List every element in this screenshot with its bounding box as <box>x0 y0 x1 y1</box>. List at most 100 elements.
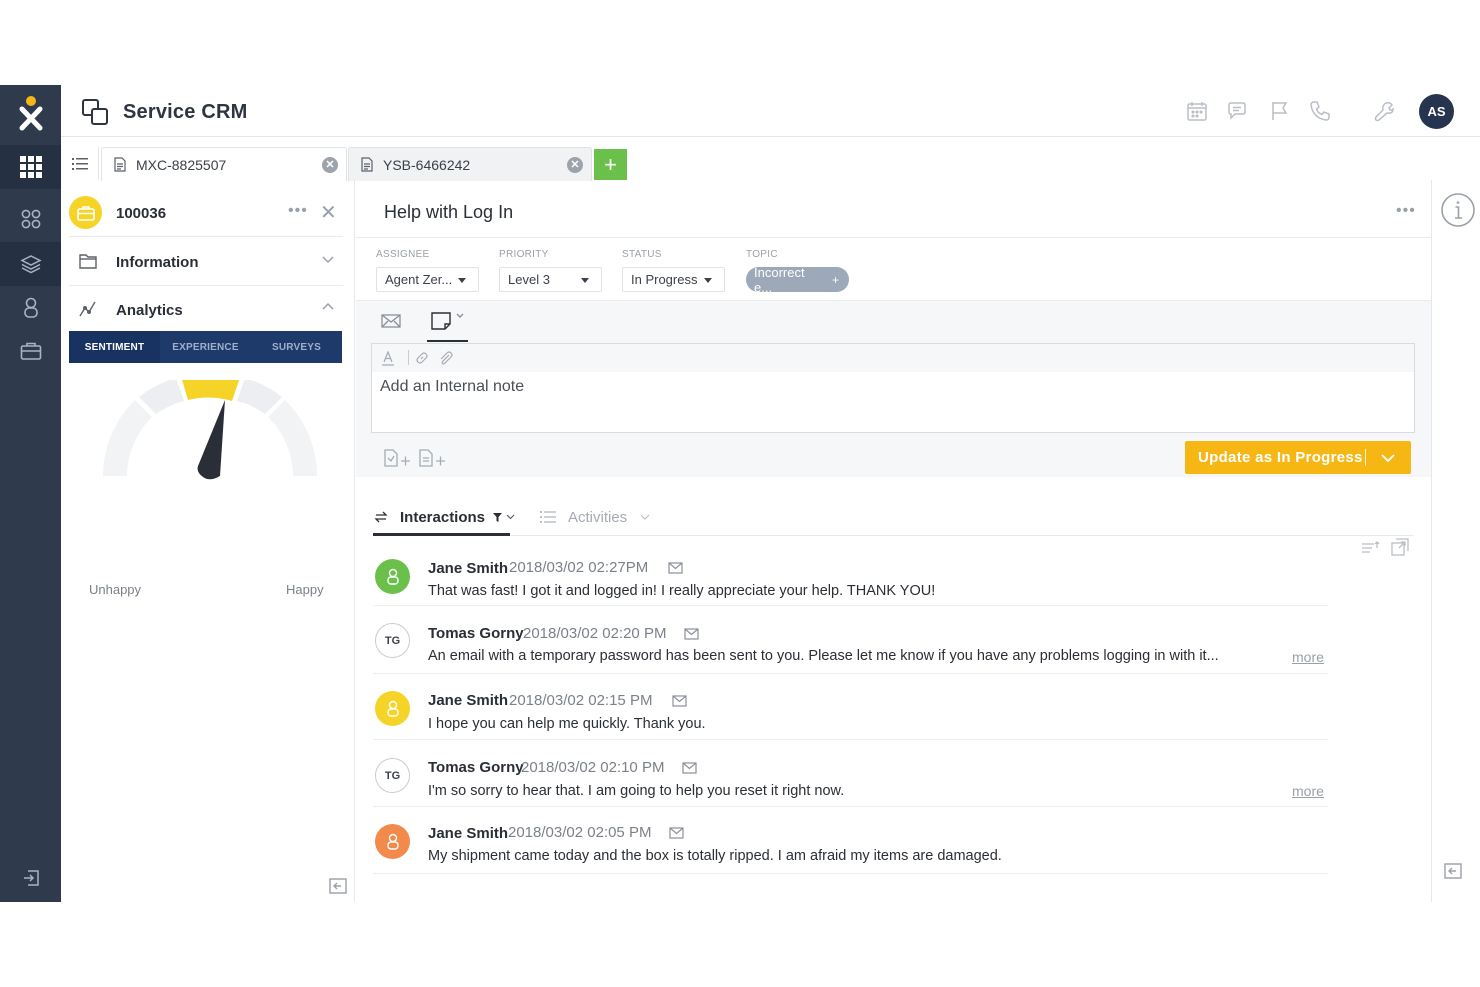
assignee-select[interactable]: Agent Zer... <box>376 267 479 292</box>
layers-icon[interactable] <box>0 242 61 286</box>
caret-down-icon <box>704 278 712 283</box>
tab-label: MXC-8825507 <box>136 156 227 173</box>
more-link[interactable]: more <box>1292 649 1324 665</box>
tab-record-2[interactable]: YSB-6466242 ✕ <box>348 147 592 181</box>
timestamp: 2018/03/02 02:27PM <box>509 559 649 576</box>
app-title: Service CRM <box>123 101 248 123</box>
filter-icon[interactable] <box>492 511 516 523</box>
tab-label: YSB-6466242 <box>383 156 471 173</box>
apps-grid-icon[interactable] <box>0 145 61 189</box>
internal-note-icon[interactable] <box>431 310 469 337</box>
button-divider <box>1365 449 1366 466</box>
update-status-button[interactable]: Update as In Progress <box>1185 441 1411 474</box>
user-icon <box>375 824 410 859</box>
tab-interactions[interactable]: Interactions <box>373 498 516 536</box>
add-tab-button[interactable]: + <box>594 149 627 180</box>
envelope-icon <box>672 694 687 712</box>
section-label: Analytics <box>116 302 183 319</box>
more-link[interactable]: more <box>1292 783 1324 799</box>
topic-field: TOPIC Incorrect e... + <box>746 249 849 295</box>
close-tab-icon[interactable]: ✕ <box>567 157 583 173</box>
status-select[interactable]: In Progress <box>622 267 725 292</box>
add-template-icon[interactable] <box>419 449 449 469</box>
calendar-icon[interactable] <box>1186 100 1208 127</box>
list-item[interactable]: Jane Smith 2018/03/02 02:27PM That was f… <box>373 541 1328 606</box>
message-text: An email with a temporary password has b… <box>428 648 1219 664</box>
chevron-down-icon[interactable] <box>321 252 335 271</box>
contacts-icon[interactable] <box>0 286 61 330</box>
sort-icon[interactable] <box>1361 540 1381 556</box>
status-label: STATUS <box>622 249 662 260</box>
case-close-button[interactable]: ✕ <box>320 200 337 225</box>
app-window: Service CRM AS MXC-8825507 ✕ YSB-6466242… <box>0 85 1480 902</box>
active-tab-indicator <box>427 340 468 342</box>
list-view-button[interactable] <box>61 147 99 180</box>
author-name: Tomas Gorny <box>428 625 524 642</box>
active-tab-indicator <box>373 533 510 536</box>
segment-surveys[interactable]: SURVEYS <box>251 331 342 363</box>
analytics-icon <box>79 301 97 322</box>
priority-field: PRIORITY Level 3 <box>499 249 602 292</box>
text-format-icon[interactable] <box>382 351 396 366</box>
chevron-up-icon[interactable] <box>321 300 335 319</box>
note-placeholder: Add an Internal note <box>380 378 525 395</box>
logout-icon[interactable] <box>0 856 61 900</box>
case-id: 100036 <box>116 205 167 222</box>
folder-icon <box>79 253 97 274</box>
close-tab-icon[interactable]: ✕ <box>322 157 338 173</box>
timestamp: 2018/03/02 02:20 PM <box>523 625 667 642</box>
note-editor[interactable]: Add an Internal note <box>371 343 1415 433</box>
case-options-button[interactable]: ••• <box>1396 202 1416 220</box>
topic-chip[interactable]: Incorrect e... + <box>746 265 849 295</box>
swap-icon <box>374 511 388 523</box>
list-item[interactable]: TG Tomas Gorny 2018/03/02 02:10 PM I'm s… <box>373 740 1328 807</box>
list-item[interactable]: Jane Smith 2018/03/02 02:05 PM My shipme… <box>373 807 1328 874</box>
brand-logo[interactable] <box>0 85 61 140</box>
chat-icon[interactable] <box>1226 100 1248 127</box>
wrench-icon[interactable] <box>1373 100 1395 127</box>
priority-select[interactable]: Level 3 <box>499 267 602 292</box>
composer: Add an Internal note Update as In Progre… <box>356 300 1431 477</box>
dashboard-icon[interactable] <box>0 197 61 241</box>
case-title: Help with Log In <box>384 202 514 222</box>
chevron-down-icon[interactable] <box>639 511 651 523</box>
chevron-down-icon[interactable] <box>1381 451 1395 468</box>
topic-add-button[interactable]: + <box>832 273 839 287</box>
flag-icon[interactable] <box>1269 100 1291 127</box>
info-icon[interactable] <box>1440 192 1476 233</box>
tab-record-1[interactable]: MXC-8825507 ✕ <box>101 147 347 181</box>
assignee-label: ASSIGNEE <box>376 249 430 260</box>
envelope-icon <box>669 826 684 844</box>
update-button-label: Update as In Progress <box>1198 449 1363 466</box>
collapse-rail-icon[interactable] <box>1444 862 1462 885</box>
segment-experience[interactable]: EXPERIENCE <box>160 331 251 363</box>
paperclip-icon[interactable] <box>439 351 453 365</box>
case-header: 100036 ••• ✕ <box>69 180 343 237</box>
author-name: Tomas Gorny <box>428 759 524 776</box>
feed-tabs: Interactions Activities <box>373 498 1413 536</box>
list-icon <box>540 511 556 523</box>
briefcase-icon[interactable] <box>0 329 61 373</box>
list-item[interactable]: TG Tomas Gorny 2018/03/02 02:20 PM An em… <box>373 606 1328 674</box>
list-item[interactable]: Jane Smith 2018/03/02 02:15 PM I hope yo… <box>373 674 1328 740</box>
collapse-panel-icon[interactable] <box>329 877 347 900</box>
status-field: STATUS In Progress <box>622 249 725 292</box>
section-analytics[interactable]: Analytics <box>69 286 343 334</box>
section-information[interactable]: Information <box>69 238 343 286</box>
add-file-icon[interactable] <box>384 449 414 469</box>
email-icon[interactable] <box>381 313 401 334</box>
segment-sentiment[interactable]: SENTIMENT <box>69 331 160 363</box>
case-more-button[interactable]: ••• <box>288 202 308 220</box>
link-icon[interactable] <box>415 351 429 365</box>
phone-icon[interactable] <box>1309 100 1331 127</box>
topic-label: TOPIC <box>746 249 778 260</box>
author-name: Jane Smith <box>428 825 509 842</box>
user-avatar[interactable]: AS <box>1419 94 1454 129</box>
case-briefcase-icon <box>69 196 102 229</box>
gauge-high-label: Happy <box>286 582 324 597</box>
priority-value: Level 3 <box>508 272 550 287</box>
app-switcher-icon[interactable] <box>81 98 109 131</box>
expand-icon[interactable] <box>1391 538 1411 556</box>
tab-activities[interactable]: Activities <box>540 498 651 536</box>
editor-toolbar <box>372 344 1414 372</box>
